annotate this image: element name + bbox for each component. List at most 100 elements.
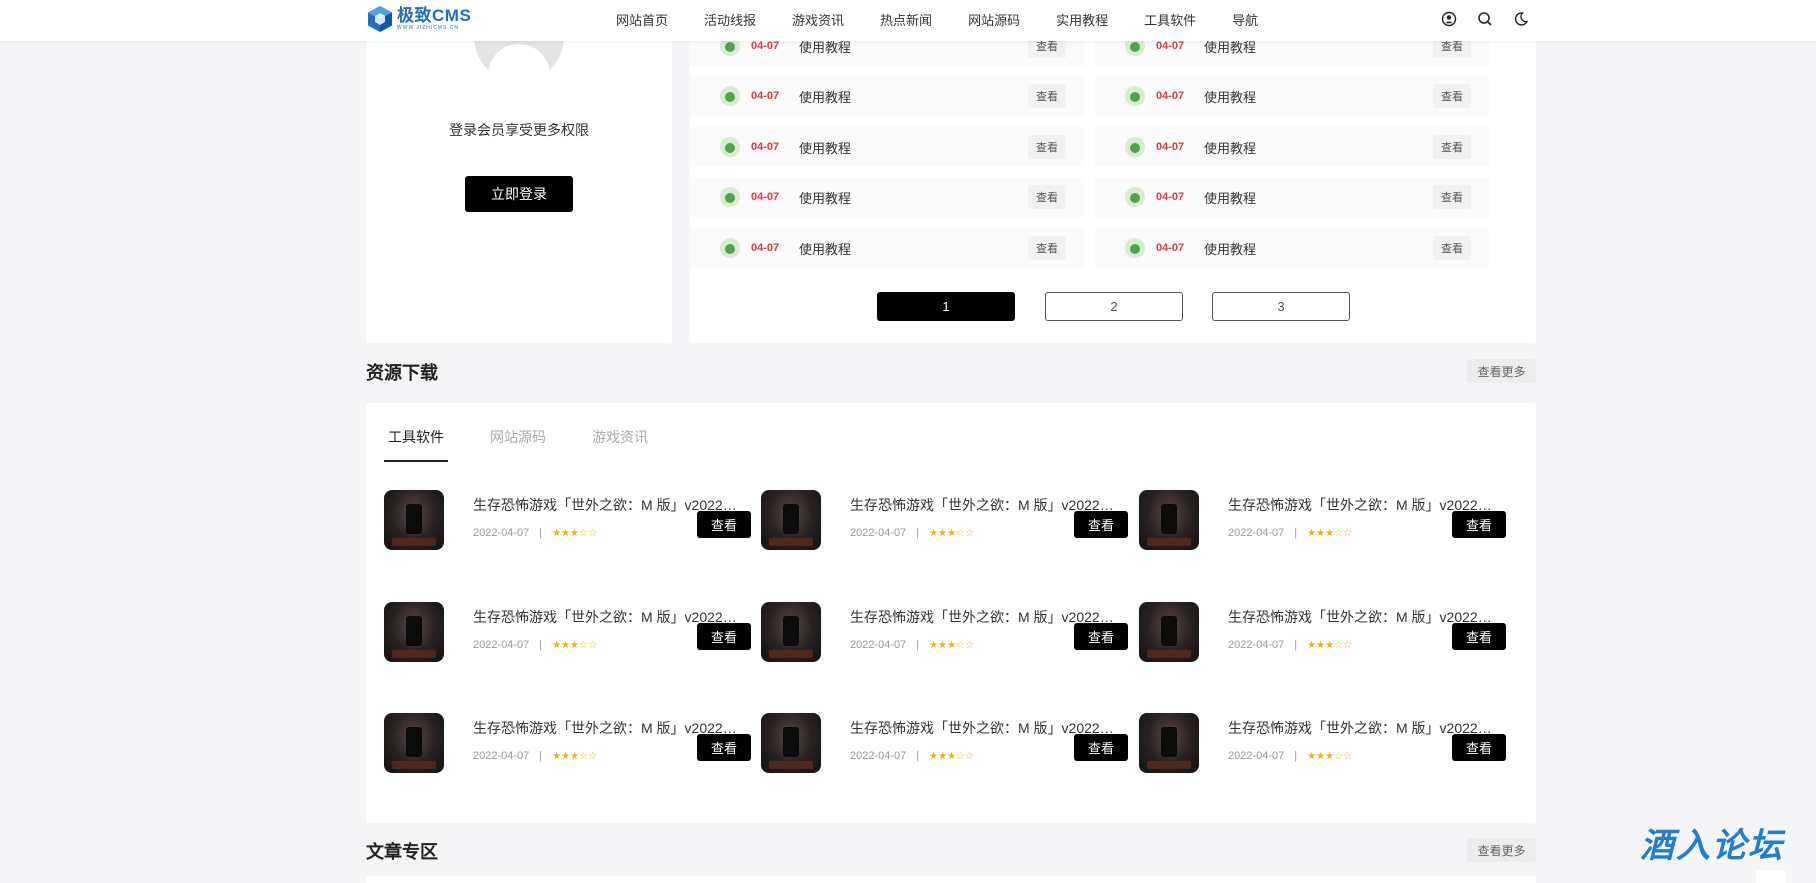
page-button-1[interactable]: 1	[877, 292, 1015, 321]
view-button[interactable]: 查看	[1074, 734, 1128, 761]
resource-item[interactable]: 生存恐怖游戏「世外之欲：M 版」v2022021... 2022-04-07 | ★…	[1139, 713, 1516, 773]
resource-tabs: 工具软件 网站源码 游戏资讯	[384, 427, 690, 462]
list-item-title[interactable]: 使用教程	[799, 239, 1028, 258]
resource-thumbnail[interactable]	[384, 602, 444, 662]
list-item-title[interactable]: 使用教程	[1204, 138, 1433, 157]
list-item-title[interactable]: 使用教程	[799, 138, 1028, 157]
view-button[interactable]: 查看	[1074, 511, 1128, 538]
resource-thumbnail[interactable]	[1139, 713, 1199, 773]
login-prompt: 登录会员享受更多权限	[449, 122, 589, 138]
nav-item-game-news[interactable]: 游戏资讯	[792, 10, 844, 29]
list-item[interactable]: 04-07 使用教程 查看	[1095, 228, 1489, 268]
side-float-tab[interactable]	[1756, 870, 1786, 883]
list-item-title[interactable]: 使用教程	[799, 87, 1028, 106]
resource-item[interactable]: 生存恐怖游戏「世外之欲：M 版」v2022021... 2022-04-07 | ★…	[384, 602, 761, 662]
game-avatar-icon	[1125, 238, 1145, 258]
list-item-date: 04-07	[1156, 242, 1185, 254]
view-button[interactable]: 查看	[1028, 185, 1066, 209]
view-button[interactable]: 查看	[1028, 236, 1066, 260]
view-button[interactable]: 查看	[1028, 84, 1066, 108]
nav-item-tools[interactable]: 工具软件	[1144, 10, 1196, 29]
meta-separator: |	[539, 527, 543, 539]
resource-thumbnail[interactable]	[384, 490, 444, 550]
resources-more-button[interactable]: 查看更多	[1467, 359, 1536, 383]
view-button[interactable]: 查看	[1433, 236, 1471, 260]
nav-item-navigation[interactable]: 导航	[1232, 10, 1258, 29]
list-item-date: 04-07	[751, 191, 780, 203]
view-button[interactable]: 查看	[1028, 135, 1066, 159]
view-button[interactable]: 查看	[1452, 734, 1506, 761]
view-button[interactable]: 查看	[1074, 623, 1128, 650]
view-button[interactable]: 查看	[1433, 135, 1471, 159]
resource-thumbnail[interactable]	[761, 490, 821, 550]
tab-tools[interactable]: 工具软件	[384, 427, 448, 462]
resource-thumbnail[interactable]	[384, 713, 444, 773]
nav-item-tutorials[interactable]: 实用教程	[1056, 10, 1108, 29]
game-avatar-icon	[1125, 137, 1145, 157]
resource-item[interactable]: 生存恐怖游戏「世外之欲：M 版」v2022021... 2022-04-07 | ★…	[384, 713, 761, 773]
list-item-title[interactable]: 使用教程	[799, 188, 1028, 207]
view-button[interactable]: 查看	[1433, 185, 1471, 209]
meta-separator: |	[1294, 750, 1298, 762]
rating-stars: ★★★☆☆	[1307, 527, 1352, 539]
list-item[interactable]: 04-07 使用教程 查看	[1095, 127, 1489, 167]
rating-stars: ★★★☆☆	[552, 527, 597, 539]
nav-item-source-code[interactable]: 网站源码	[968, 10, 1020, 29]
view-button[interactable]: 查看	[697, 734, 751, 761]
resource-item[interactable]: 生存恐怖游戏「世外之欲：M 版」v2022021... 2022-04-07 | ★…	[1139, 602, 1516, 662]
tutorial-list-card: 04-07 使用教程 查看 04-07 使用教程 查看 04-07 使用教程 查…	[690, 0, 1536, 343]
resource-item[interactable]: 生存恐怖游戏「世外之欲：M 版」v2022021... 2022-04-07 | ★…	[761, 713, 1138, 773]
list-item[interactable]: 04-07 使用教程 查看	[690, 127, 1084, 167]
meta-separator: |	[539, 639, 543, 651]
view-button[interactable]: 查看	[1433, 84, 1471, 108]
list-item[interactable]: 04-07 使用教程 查看	[690, 76, 1084, 116]
list-item[interactable]: 04-07 使用教程 查看	[1095, 177, 1489, 217]
nav-item-deals[interactable]: 活动线报	[704, 10, 756, 29]
resource-date: 2022-04-07	[473, 639, 530, 651]
resource-date: 2022-04-07	[850, 750, 907, 762]
view-button[interactable]: 查看	[1452, 623, 1506, 650]
moon-icon[interactable]	[1513, 11, 1529, 27]
resource-item[interactable]: 生存恐怖游戏「世外之欲：M 版」v2022021... 2022-04-07 | ★…	[384, 490, 761, 550]
list-item-title[interactable]: 使用教程	[1204, 87, 1433, 106]
resource-item[interactable]: 生存恐怖游戏「世外之欲：M 版」v2022021... 2022-04-07 | ★…	[761, 490, 1138, 550]
view-button[interactable]: 查看	[1452, 511, 1506, 538]
meta-separator: |	[916, 639, 920, 651]
nav-item-home[interactable]: 网站首页	[616, 10, 668, 29]
list-item-date: 04-07	[751, 141, 780, 153]
list-item-title[interactable]: 使用教程	[1204, 239, 1433, 258]
list-item[interactable]: 04-07 使用教程 查看	[690, 228, 1084, 268]
nav-item-hot-news[interactable]: 热点新闻	[880, 10, 932, 29]
page-button-2[interactable]: 2	[1045, 292, 1183, 321]
resource-item[interactable]: 生存恐怖游戏「世外之欲：M 版」v2022021... 2022-04-07 | ★…	[1139, 490, 1516, 550]
view-button[interactable]: 查看	[697, 511, 751, 538]
resource-thumbnail[interactable]	[761, 713, 821, 773]
list-item[interactable]: 04-07 使用教程 查看	[1095, 76, 1489, 116]
login-button[interactable]: 立即登录	[465, 176, 573, 212]
rating-stars: ★★★☆☆	[552, 750, 597, 762]
resource-thumbnail[interactable]	[1139, 602, 1199, 662]
meta-separator: |	[539, 750, 543, 762]
tab-game-news[interactable]: 游戏资讯	[588, 427, 652, 462]
list-item-title[interactable]: 使用教程	[1204, 188, 1433, 207]
watermark-text: 酒入论坛	[1640, 827, 1784, 865]
resource-thumbnail[interactable]	[761, 602, 821, 662]
game-avatar-icon	[1125, 187, 1145, 207]
resource-date: 2022-04-07	[850, 527, 907, 539]
search-icon[interactable]	[1477, 11, 1493, 27]
view-button[interactable]: 查看	[697, 623, 751, 650]
tab-source-code[interactable]: 网站源码	[486, 427, 550, 462]
list-item-date: 04-07	[1156, 191, 1185, 203]
section-title-articles: 文章专区	[366, 842, 438, 862]
user-icon[interactable]	[1441, 11, 1457, 27]
top-navbar: 极致CMS WWW.JIZHICMS.CN 网站首页 活动线报 游戏资讯 热点新…	[0, 0, 1816, 41]
rating-stars: ★★★☆☆	[929, 527, 974, 539]
page-button-3[interactable]: 3	[1212, 292, 1350, 321]
site-logo[interactable]: 极致CMS WWW.JIZHICMS.CN	[367, 4, 471, 34]
resource-thumbnail[interactable]	[1139, 490, 1199, 550]
game-avatar-icon	[720, 187, 740, 207]
list-item[interactable]: 04-07 使用教程 查看	[690, 177, 1084, 217]
list-item-date: 04-07	[751, 90, 780, 102]
articles-more-button[interactable]: 查看更多	[1467, 838, 1536, 862]
resource-item[interactable]: 生存恐怖游戏「世外之欲：M 版」v2022021... 2022-04-07 | ★…	[761, 602, 1138, 662]
